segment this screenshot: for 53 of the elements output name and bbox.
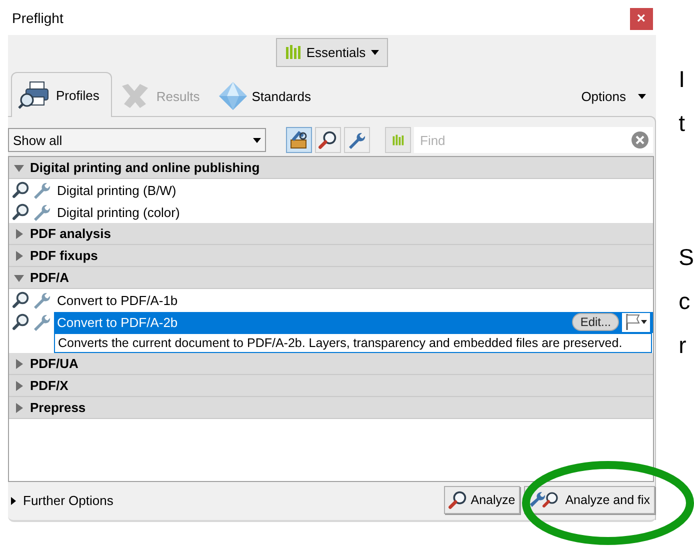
- group-header[interactable]: PDF/UA: [9, 353, 653, 375]
- background-text: I: [678, 66, 686, 94]
- tab[interactable]: Standards: [212, 76, 323, 116]
- filter-dropdown[interactable]: Show all: [8, 128, 266, 152]
- search-field[interactable]: Find: [414, 127, 653, 153]
- profile-item[interactable]: Digital printing (B/W): [54, 180, 180, 200]
- flag-icon[interactable]: [622, 312, 650, 332]
- background-text: r: [678, 332, 688, 360]
- group-header[interactable]: Prepress: [9, 397, 653, 419]
- background-text: c: [678, 288, 692, 316]
- analyze-button[interactable]: Analyze: [444, 486, 520, 514]
- window-title: Preflight: [12, 10, 64, 26]
- group-header[interactable]: PDF fixups: [9, 245, 653, 267]
- background-text: t: [678, 110, 686, 138]
- caret-icon: [253, 138, 261, 142]
- profile-item[interactable]: Digital printing (color): [54, 202, 183, 222]
- group-header[interactable]: PDF analysis: [9, 223, 653, 245]
- wrench-icon: [32, 203, 52, 221]
- tab[interactable]: Profiles: [11, 72, 112, 117]
- toolbox-icon: [289, 130, 309, 150]
- magnifier-icon: [318, 130, 338, 150]
- edit-button[interactable]: Edit...: [572, 313, 619, 331]
- profile-item[interactable]: Convert to PDF/A-1b: [54, 290, 181, 310]
- analyze-and-fix-button[interactable]: Analyze and fix: [524, 486, 655, 514]
- caret-icon: [638, 94, 646, 98]
- group-header[interactable]: PDF/A: [9, 267, 653, 289]
- filter-toggle[interactable]: [286, 127, 312, 153]
- further-options-toggle[interactable]: Further Options: [8, 486, 114, 508]
- wrench-icon: [347, 131, 367, 149]
- magnifier-icon: [12, 313, 30, 331]
- diamond-icon: [218, 81, 248, 111]
- expand-icon: [10, 496, 17, 504]
- bar-chart-icon: [392, 132, 404, 148]
- group-header[interactable]: PDF/X: [9, 375, 653, 397]
- workspace-button[interactable]: Essentials: [276, 38, 388, 67]
- options-menu[interactable]: Options: [575, 76, 652, 116]
- wrench-icon: [32, 181, 52, 199]
- wrench-icon: [32, 291, 52, 309]
- bar-chart-icon: [285, 44, 302, 60]
- magnifier-icon: [12, 203, 30, 221]
- background-text: S: [678, 244, 694, 272]
- profile-item[interactable]: Convert to PDF/A-2b Edit...: [54, 312, 653, 332]
- profile-description: Converts the current document to PDF/A-2b. Layers, transparency and embedded files are preserved.: [54, 333, 652, 353]
- magnifier-icon: [12, 181, 30, 199]
- wrench-icon: [32, 313, 52, 331]
- close-button[interactable]: ×: [630, 8, 653, 30]
- clear-icon[interactable]: [631, 131, 649, 149]
- filter-toggle[interactable]: [344, 127, 370, 153]
- caret-icon: [370, 50, 379, 55]
- magnifier-icon: [12, 291, 30, 309]
- magnifier-icon: [448, 490, 468, 510]
- group-header[interactable]: Digital printing and online publishing: [9, 157, 653, 179]
- filter-toggle[interactable]: [315, 127, 341, 153]
